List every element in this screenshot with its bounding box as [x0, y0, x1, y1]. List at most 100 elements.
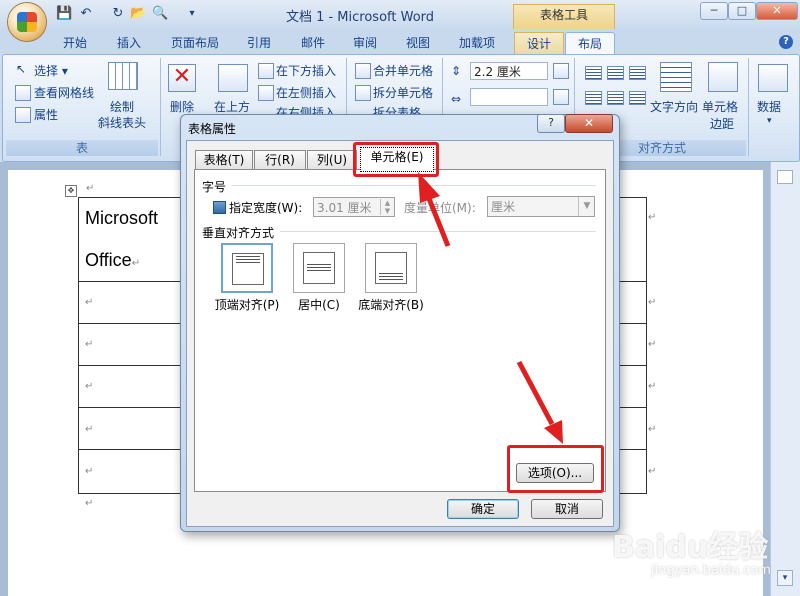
- view-gridlines-button[interactable]: 查看网格线: [34, 84, 94, 101]
- draw-diagonal-label-1[interactable]: 绘制: [110, 98, 134, 115]
- text-direction-button[interactable]: 文字方向: [650, 98, 698, 115]
- valign-section-title: 垂直对齐方式: [202, 226, 275, 240]
- tab-layout[interactable]: 布局: [565, 32, 615, 55]
- row-end-mark: ↵: [648, 381, 657, 392]
- split-cells-button[interactable]: 拆分单元格: [373, 84, 433, 101]
- row-height-icon: ⇕: [451, 64, 462, 78]
- row-height-input[interactable]: 2.2 厘米: [470, 62, 548, 80]
- align-top-left-icon[interactable]: [585, 66, 602, 80]
- data-dropdown-icon[interactable]: ▾: [767, 116, 772, 126]
- customize-qat-icon[interactable]: ▾: [184, 6, 200, 22]
- merge-cells-button[interactable]: 合并单元格: [373, 62, 433, 79]
- undo-icon[interactable]: ↶: [78, 6, 94, 22]
- distribute-rows-icon[interactable]: [553, 63, 569, 79]
- ok-button[interactable]: 确定: [447, 499, 519, 519]
- split-cells-icon: [355, 85, 371, 101]
- maximize-button[interactable]: □: [728, 2, 756, 20]
- data-icon: [758, 64, 788, 92]
- align-top-label: 顶端对齐(P): [214, 298, 280, 312]
- insert-left-button[interactable]: 在左侧插入: [276, 84, 336, 101]
- section-divider: [232, 185, 596, 186]
- help-icon[interactable]: ?: [779, 35, 793, 49]
- row-end-mark: ↵: [648, 212, 657, 223]
- tab-view[interactable]: 视图: [395, 32, 441, 54]
- paragraph-mark: ↵: [85, 381, 94, 392]
- table-move-handle-icon[interactable]: ✥: [65, 185, 77, 197]
- dialog-title: 表格属性: [188, 122, 237, 136]
- align-top-button[interactable]: [221, 243, 273, 293]
- dialog-close-button[interactable]: ✕: [565, 114, 613, 133]
- row-end-mark: ↵: [648, 424, 657, 435]
- table-tools-title: 表格工具: [513, 4, 615, 29]
- draw-diagonal-icon: [108, 62, 138, 90]
- tab-references[interactable]: 引用: [236, 32, 282, 54]
- align-middle-icon: [303, 252, 335, 284]
- properties-button[interactable]: 属性: [34, 106, 58, 123]
- tab-page-layout[interactable]: 页面布局: [162, 32, 228, 54]
- table-cell-text[interactable]: Office↵: [85, 250, 140, 271]
- dialog-help-button[interactable]: ?: [537, 114, 565, 133]
- tab-addins[interactable]: 加载项: [449, 32, 505, 54]
- col-width-input[interactable]: [470, 88, 548, 106]
- insert-above-button[interactable]: 在上方: [214, 98, 250, 115]
- align-center-right-icon[interactable]: [629, 91, 646, 105]
- tab-table[interactable]: 表格(T): [195, 150, 253, 170]
- tab-home[interactable]: 开始: [52, 32, 98, 54]
- align-center-label: 居中(C): [298, 298, 340, 312]
- ruler-toggle-icon[interactable]: [777, 170, 793, 184]
- data-button[interactable]: 数据: [757, 98, 781, 115]
- align-bottom-label: 底端对齐(B): [358, 298, 424, 312]
- vertical-scrollbar[interactable]: [770, 162, 800, 596]
- preferred-width-checkbox[interactable]: [213, 201, 226, 214]
- tab-insert[interactable]: 插入: [106, 32, 152, 54]
- table-cell-text[interactable]: Microsoft: [85, 208, 158, 229]
- table-cell-text-line2: Office: [85, 250, 132, 270]
- cell-margins-label-2[interactable]: 边距: [710, 115, 734, 132]
- insert-below-icon: [258, 63, 274, 79]
- select-label: 选择: [34, 64, 59, 78]
- window-title: 文档 1 - Microsoft Word: [285, 10, 435, 25]
- align-bottom-button[interactable]: [365, 243, 417, 293]
- width-spinner-icon[interactable]: ▲ ▼: [380, 199, 394, 215]
- cancel-button[interactable]: 取消: [531, 499, 603, 519]
- paragraph-mark: ↵: [85, 297, 94, 308]
- tab-review[interactable]: 审阅: [342, 32, 388, 54]
- draw-diagonal-label-2[interactable]: 斜线表头: [98, 114, 146, 131]
- cell-margins-label-1[interactable]: 单元格: [702, 98, 738, 115]
- highlight-options-button: [507, 445, 604, 493]
- tab-column[interactable]: 列(U): [307, 150, 357, 170]
- distribute-cols-icon[interactable]: [553, 89, 569, 105]
- align-center-left-icon[interactable]: [585, 91, 602, 105]
- measure-dropdown-icon[interactable]: ▼: [578, 197, 595, 216]
- group-separator: [748, 58, 749, 156]
- gridlines-icon: [15, 85, 31, 101]
- office-button[interactable]: [8, 3, 46, 41]
- insert-left-icon: [258, 85, 274, 101]
- cell-tab-panel: [194, 169, 606, 492]
- size-section-title: 字号: [202, 180, 227, 194]
- align-center-button[interactable]: [293, 243, 345, 293]
- tab-design[interactable]: 设计: [514, 32, 564, 55]
- insert-below-button[interactable]: 在下方插入: [276, 62, 336, 79]
- text-direction-icon: [660, 62, 692, 92]
- align-center-icon[interactable]: [607, 91, 624, 105]
- paragraph-mark: ↵: [85, 339, 94, 350]
- delete-button[interactable]: 删除: [170, 98, 194, 115]
- scroll-down-icon[interactable]: ▾: [777, 570, 793, 586]
- align-top-center-icon[interactable]: [607, 66, 624, 80]
- align-top-right-icon[interactable]: [629, 66, 646, 80]
- text-lines-icon: [379, 273, 403, 282]
- save-icon[interactable]: 💾: [56, 6, 72, 22]
- tab-mailings[interactable]: 邮件: [290, 32, 336, 54]
- minimize-button[interactable]: ─: [700, 2, 728, 20]
- tab-row[interactable]: 行(R): [254, 150, 306, 170]
- align-bottom-icon: [375, 252, 407, 284]
- print-preview-icon[interactable]: 🔍: [152, 6, 168, 22]
- select-button[interactable]: 选择 ▾: [34, 62, 68, 79]
- redo-icon[interactable]: ↻: [110, 6, 126, 22]
- office-logo-icon: [17, 12, 37, 32]
- close-window-button[interactable]: ✕: [756, 2, 798, 20]
- table-group-label: 表: [6, 140, 158, 156]
- row-end-mark: ↵: [648, 339, 657, 350]
- open-icon[interactable]: 📂: [130, 6, 146, 22]
